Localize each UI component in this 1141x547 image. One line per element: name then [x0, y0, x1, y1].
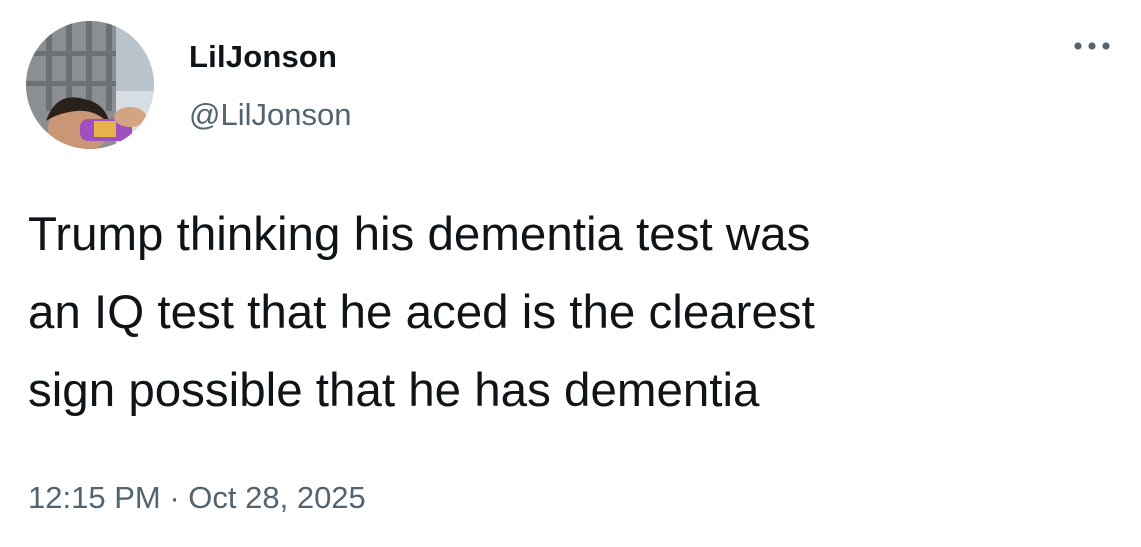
tweet-card: LilJonson @LilJonson Trump thinking his …: [0, 0, 1141, 547]
more-horizontal-icon: [1074, 42, 1110, 50]
display-name[interactable]: LilJonson: [189, 38, 337, 76]
user-handle[interactable]: @LilJonson: [189, 96, 351, 134]
separator-dot: ·: [169, 480, 180, 515]
timestamp-separator: ·: [161, 480, 189, 515]
tweet-text: Trump thinking his dementia test was an …: [28, 208, 815, 417]
tweet-timestamp[interactable]: 12:15 PM · Oct 28, 2025: [28, 478, 366, 518]
avatar[interactable]: [26, 21, 154, 149]
avatar-photo-image: [26, 21, 154, 149]
tweet-date: Oct 28, 2025: [188, 480, 366, 515]
more-options-button[interactable]: [1068, 30, 1116, 62]
tweet-time: 12:15 PM: [28, 480, 161, 515]
